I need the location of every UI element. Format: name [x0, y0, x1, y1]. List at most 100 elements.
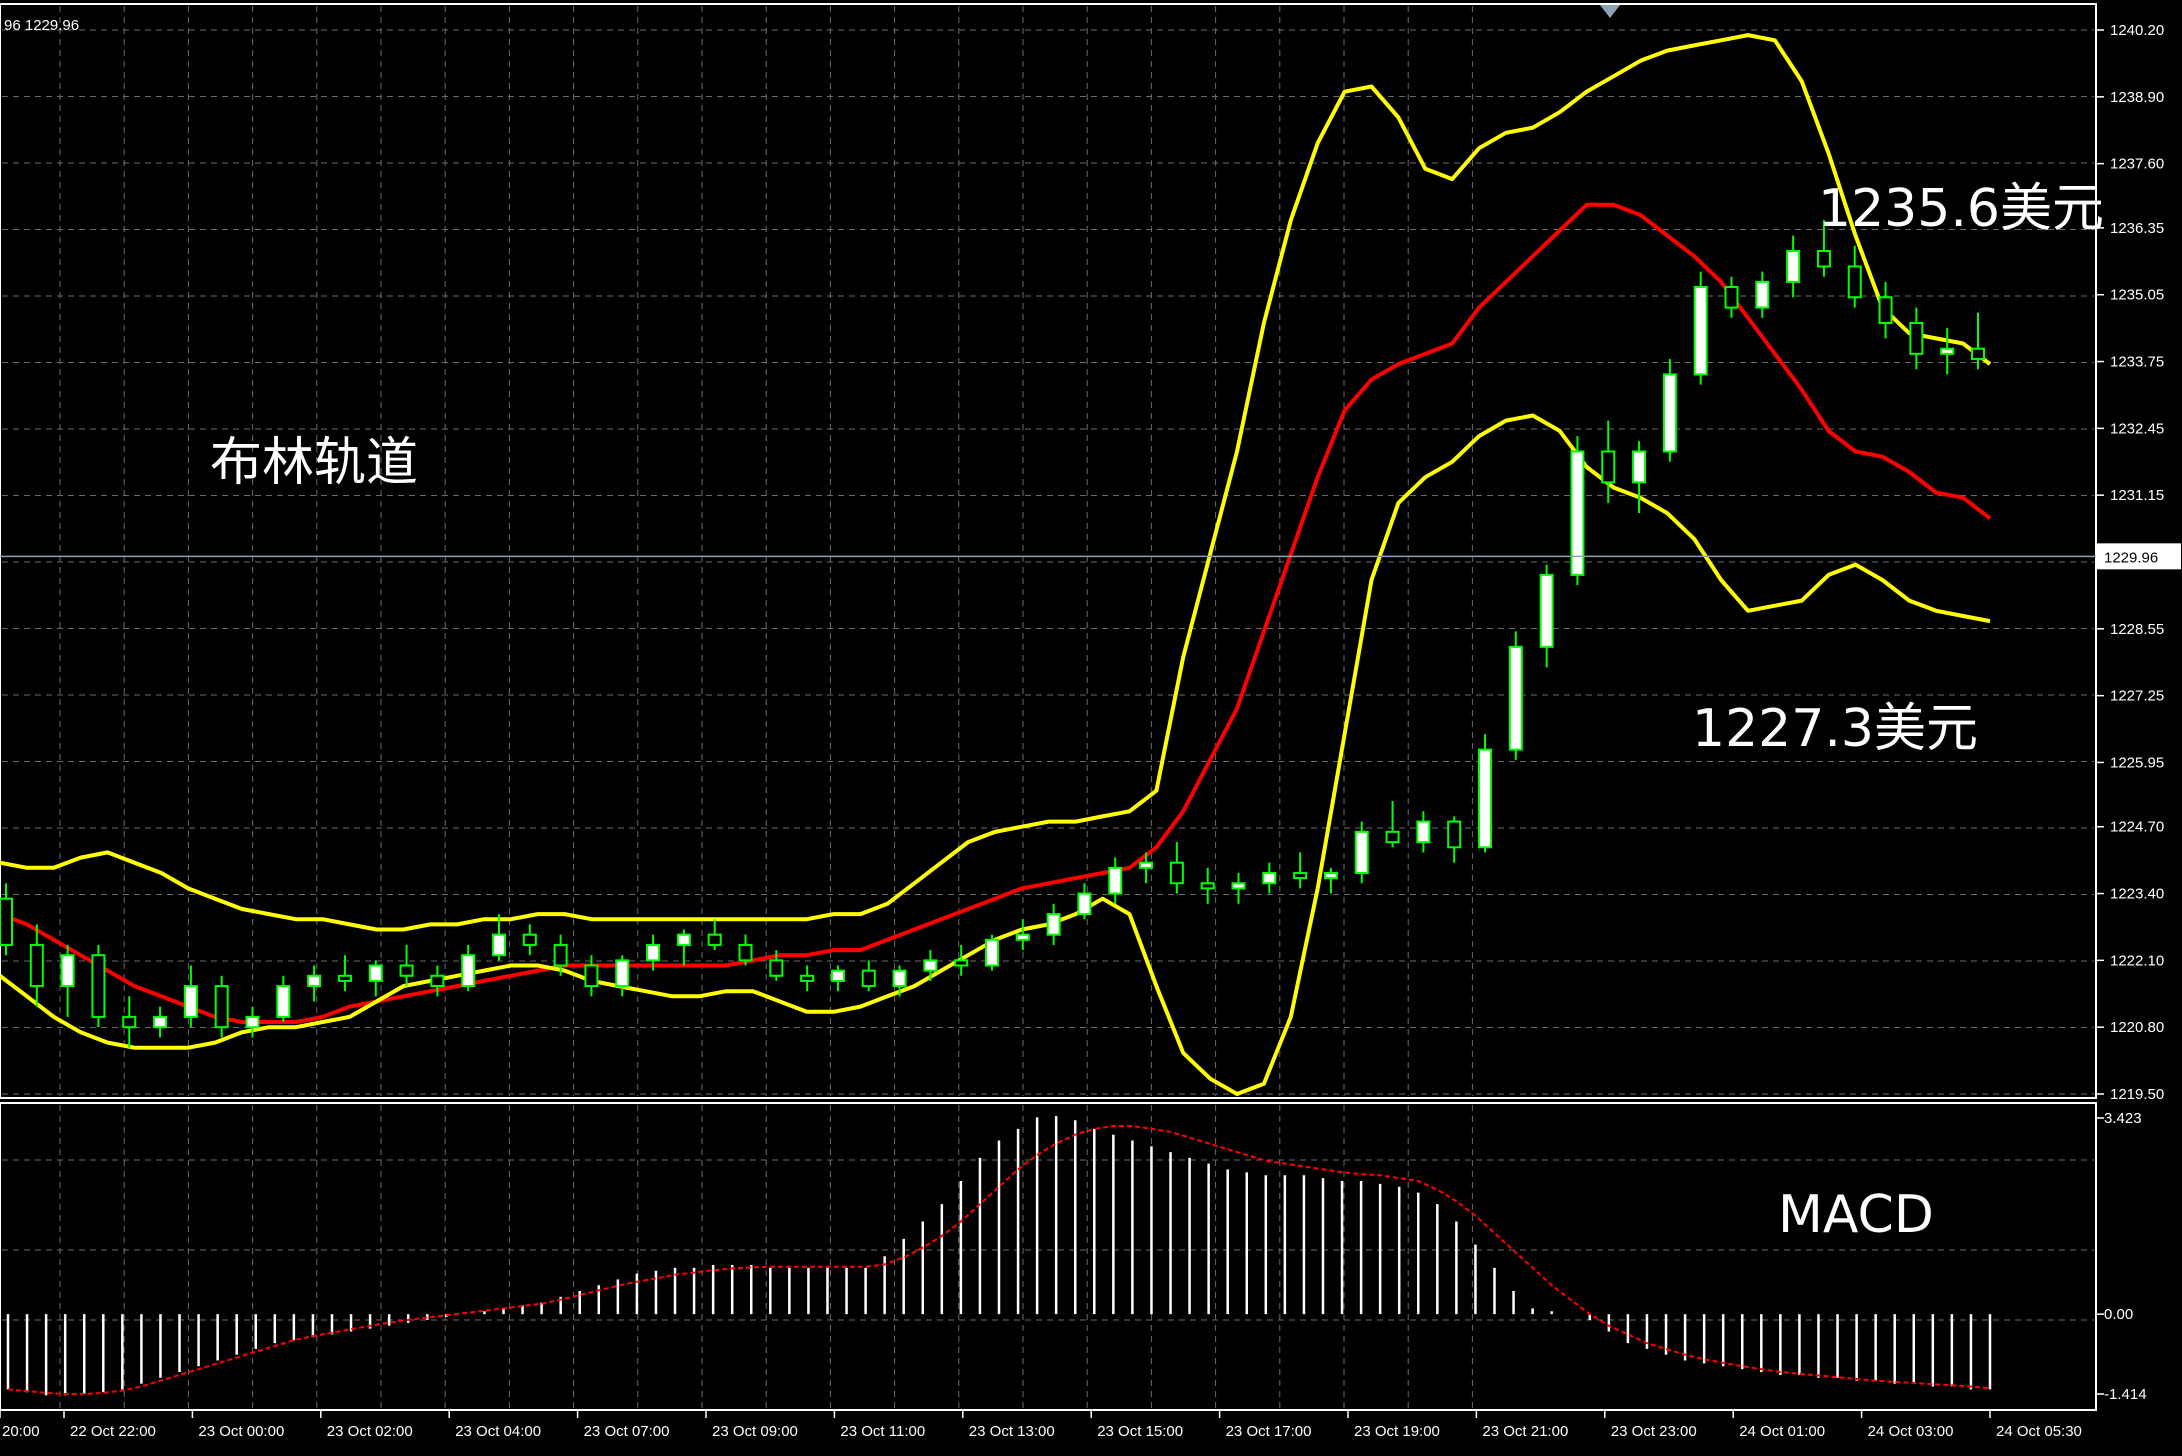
x-tick-label: 23 Oct 00:00 [198, 1423, 284, 1440]
candle-up [1632, 450, 1647, 484]
candle-down [769, 959, 784, 977]
candle-down [29, 943, 44, 988]
candle-up [646, 943, 661, 962]
y-tick-label: 1223.40 [2110, 886, 2164, 903]
candle-down [430, 974, 445, 988]
x-tick-label: 23 Oct 07:00 [584, 1423, 670, 1440]
candle-up [1416, 820, 1431, 844]
x-tick-label: 20:00 [2, 1423, 40, 1440]
candle-up [1940, 347, 1955, 355]
candle-down [738, 943, 753, 962]
candle-up [1077, 892, 1092, 916]
candle-down [1878, 296, 1893, 324]
candle-down [584, 964, 599, 988]
y-tick-label: 1232.45 [2110, 420, 2164, 437]
candle-up [615, 959, 630, 988]
candle-down [861, 969, 876, 988]
x-tick-label: 23 Oct 23:00 [1611, 1423, 1697, 1440]
header-readout: 96 1229.96 [4, 17, 79, 34]
candle-down [91, 954, 106, 1018]
candle-up [461, 954, 476, 988]
y-tick-label: 1225.95 [2110, 754, 2164, 771]
macd-annotation: MACD [1778, 1185, 1934, 1245]
y-tick-label: 1235.05 [2110, 287, 2164, 304]
candle-up [1786, 250, 1801, 283]
y-tick-label: 1233.75 [2110, 354, 2164, 371]
candle-up [1755, 280, 1770, 309]
candle-down [800, 974, 815, 982]
candle-up [276, 985, 291, 1018]
candle-down [553, 943, 568, 967]
candle-up [923, 959, 938, 972]
x-tick-label: 24 Oct 01:00 [1739, 1423, 1825, 1440]
y-tick-label: 1238.90 [2110, 89, 2164, 106]
lower-price-annotation: 1227.3美元 [1692, 699, 1978, 759]
candle-down [0, 897, 13, 946]
candle-down [522, 933, 537, 946]
candle-down [1447, 820, 1462, 849]
y-tick-label: 1236.35 [2110, 220, 2164, 237]
candle-up [492, 933, 506, 957]
y-tick-label: -1.414 [2104, 1386, 2147, 1403]
y-tick-label: 0.00 [2104, 1306, 2133, 1323]
candle-up [245, 1015, 260, 1029]
candle-down [1601, 450, 1616, 484]
candle-up [1139, 861, 1154, 869]
candle-down [1200, 882, 1215, 890]
x-tick-label: 23 Oct 04:00 [455, 1423, 541, 1440]
x-tick-label: 23 Oct 21:00 [1482, 1423, 1568, 1440]
candle-down [1724, 286, 1739, 309]
candle-up [153, 1015, 168, 1029]
candle-up [1323, 871, 1338, 880]
candle-up [985, 938, 999, 967]
candle-up [60, 954, 75, 988]
candle-up [1046, 913, 1061, 936]
y-tick-label: 1227.25 [2110, 688, 2164, 705]
candle-up [183, 985, 198, 1018]
x-tick-label: 23 Oct 09:00 [712, 1423, 798, 1440]
y-tick-label: 1219.50 [2110, 1086, 2164, 1103]
candle-up [1539, 573, 1554, 648]
x-tick-label: 22 Oct 22:00 [70, 1423, 156, 1440]
candle-down [1169, 861, 1184, 885]
x-tick-label: 23 Oct 02:00 [327, 1423, 413, 1440]
candle-up [676, 933, 691, 946]
x-tick-label: 23 Oct 17:00 [1226, 1423, 1312, 1440]
candle-up [1015, 933, 1030, 941]
candle-down [1293, 871, 1308, 880]
candle-up [1662, 373, 1677, 453]
candle-up [1508, 645, 1523, 751]
candle-down [214, 985, 229, 1029]
y-tick-label: 1240.20 [2110, 22, 2164, 39]
y-tick-label: 1220.80 [2110, 1019, 2164, 1036]
y-tick-label: 1222.10 [2110, 952, 2164, 969]
current-price-tag: 1229.96 [2097, 543, 2181, 570]
candle-up [892, 969, 907, 988]
current-price-label: 1229.96 [2104, 549, 2158, 566]
candle-up [307, 974, 322, 988]
candle-up [1262, 871, 1277, 885]
candle-up [1693, 286, 1708, 376]
price-chart[interactable]: 1240.20 1238.90 1237.60 1236.35 1235.05 1233.… [0, 0, 2182, 1456]
x-tick-label: 23 Oct 19:00 [1354, 1423, 1440, 1440]
candle-down [337, 974, 352, 982]
y-tick-label: 1224.70 [2110, 819, 2164, 836]
x-tick-label: 23 Oct 11:00 [840, 1423, 925, 1440]
bollinger-annotation: 布林轨道 [210, 433, 418, 493]
candle-down [1971, 347, 1985, 360]
x-tick-label: 23 Oct 13:00 [969, 1423, 1055, 1440]
candle-up [830, 969, 845, 982]
candle-up [1478, 748, 1492, 849]
candle-up [1231, 882, 1246, 890]
candle-down [1847, 265, 1862, 299]
y-tick-label: 1237.60 [2110, 156, 2164, 173]
y-tick-label: 1231.15 [2110, 487, 2164, 504]
candle-down [1385, 830, 1400, 844]
x-tick-label: 23 Oct 15:00 [1097, 1423, 1183, 1440]
candle-down [399, 964, 414, 977]
candle-down [707, 933, 722, 946]
x-tick-label: 24 Oct 05:30 [1996, 1423, 2082, 1440]
x-tick-label: 24 Oct 03:00 [1868, 1423, 1954, 1440]
y-tick-label: 3.423 [2104, 1110, 2142, 1127]
candle-down [1909, 321, 1924, 355]
